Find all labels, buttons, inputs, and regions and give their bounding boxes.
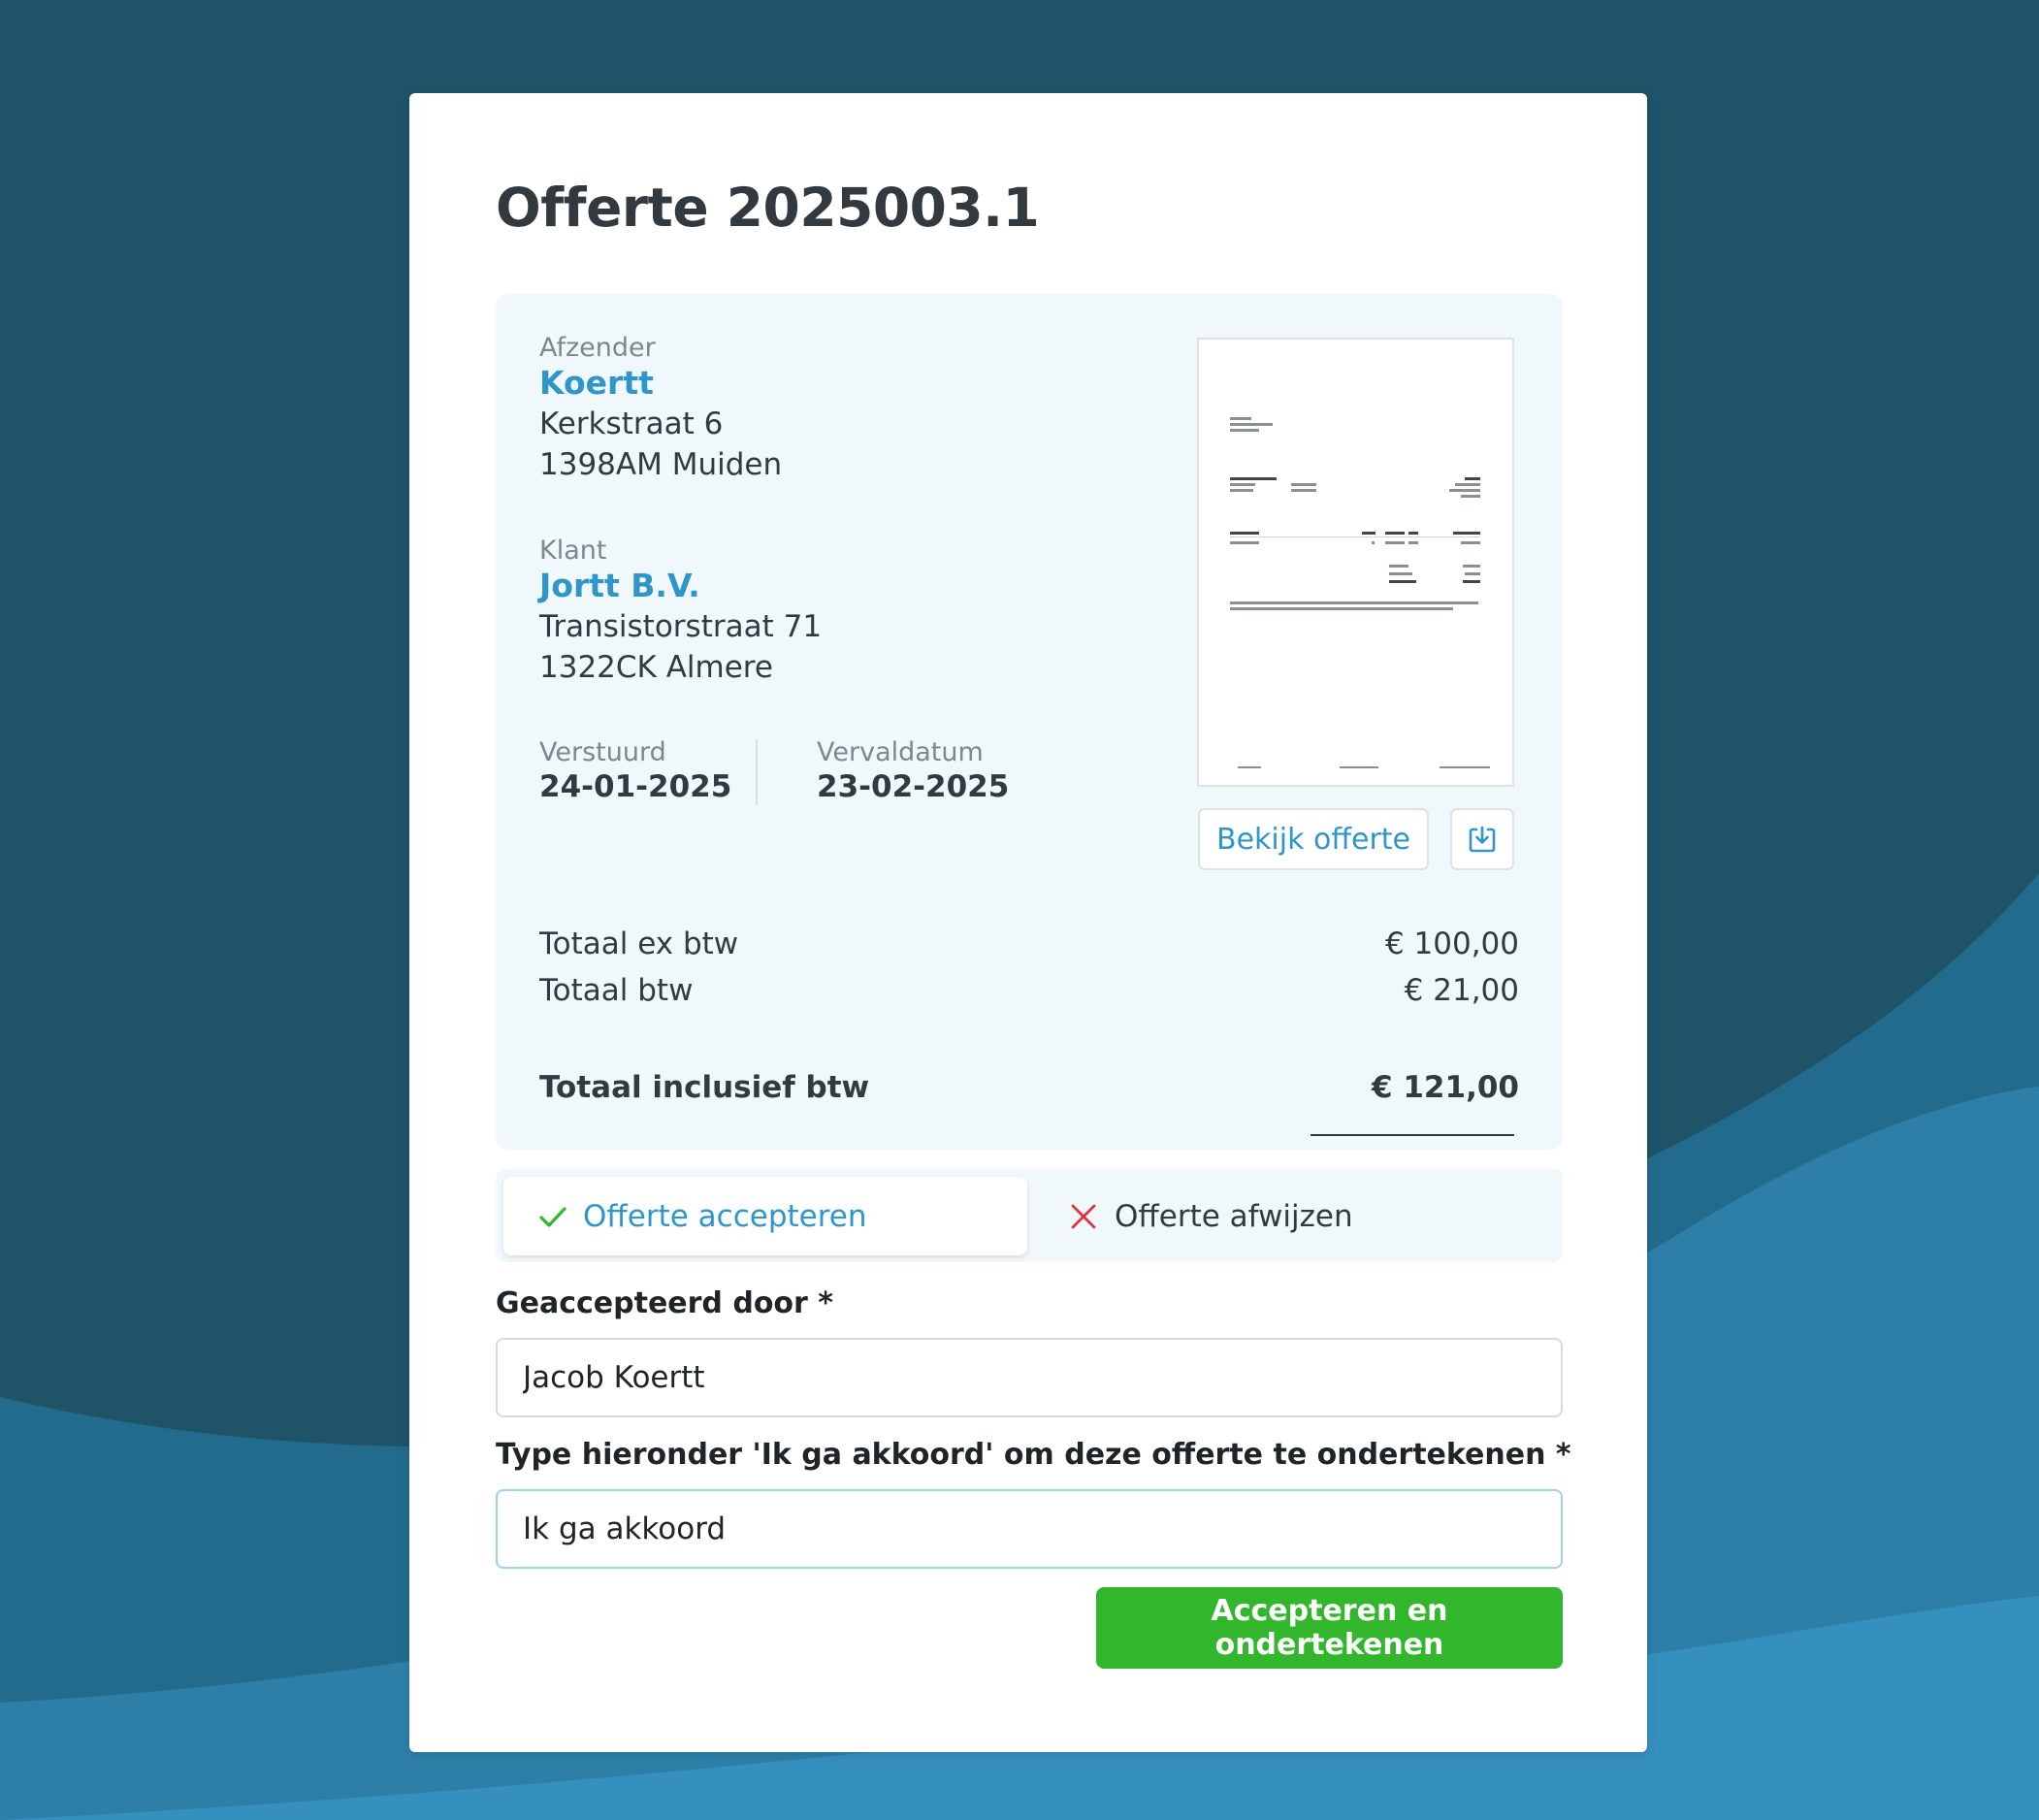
- view-quote-button[interactable]: Bekijk offerte: [1198, 808, 1429, 870]
- x-icon: [1071, 1204, 1096, 1228]
- due-date-value: 23-02-2025: [817, 769, 1010, 804]
- accept-reject-tabs: Offerte accepteren Offerte afwijzen: [496, 1169, 1563, 1262]
- client-name: Jortt B.V.: [539, 567, 700, 604]
- tab-accept-quote[interactable]: Offerte accepteren: [503, 1177, 1027, 1255]
- sender-address: Kerkstraat 6 1398AM Muiden: [539, 404, 782, 485]
- tab-reject-label: Offerte afwijzen: [1115, 1198, 1353, 1234]
- total-incl-vat-value: € 121,00: [1372, 1070, 1519, 1105]
- signature-label: Type hieronder 'Ik ga akkoord' om deze o…: [496, 1438, 1571, 1472]
- total-incl-vat-label: Totaal inclusief btw: [539, 1070, 870, 1105]
- check-icon: [539, 1206, 566, 1227]
- download-icon: [1469, 826, 1496, 853]
- accepted-by-label: Geaccepteerd door *: [496, 1286, 833, 1320]
- client-address-line2: 1322CK Almere: [539, 650, 773, 685]
- tab-accept-label: Offerte accepteren: [583, 1198, 867, 1234]
- accept-and-sign-button[interactable]: Accepteren en ondertekenen: [1096, 1587, 1563, 1669]
- sender-address-line2: 1398AM Muiden: [539, 447, 783, 482]
- total-ex-vat-value: € 100,00: [1384, 926, 1519, 961]
- download-quote-button[interactable]: [1450, 808, 1514, 870]
- sent-date-value: 24-01-2025: [539, 769, 732, 804]
- total-vat-value: € 21,00: [1404, 973, 1519, 1008]
- sender-label: Afzender: [539, 333, 656, 363]
- client-address: Transistorstraat 71 1322CK Almere: [539, 606, 822, 688]
- accepted-by-input[interactable]: [496, 1338, 1563, 1417]
- quote-card: Offerte 2025003.1 Afzender Koertt Kerkst…: [409, 93, 1647, 1752]
- totals-divider: [1311, 1134, 1514, 1136]
- total-ex-vat-label: Totaal ex btw: [539, 926, 739, 961]
- signature-input[interactable]: [496, 1489, 1563, 1569]
- quote-summary-panel: Afzender Koertt Kerkstraat 6 1398AM Muid…: [496, 294, 1563, 1150]
- quote-preview-thumbnail[interactable]: [1197, 338, 1514, 787]
- page-title: Offerte 2025003.1: [496, 177, 1040, 239]
- sender-name: Koertt: [539, 364, 654, 402]
- sent-date-label: Verstuurd: [539, 737, 666, 767]
- client-label: Klant: [539, 536, 607, 566]
- sender-address-line1: Kerkstraat 6: [539, 406, 724, 441]
- due-date-label: Vervaldatum: [817, 737, 984, 767]
- quote-preview-document: [1230, 417, 1490, 768]
- client-address-line1: Transistorstraat 71: [539, 609, 823, 644]
- tab-reject-quote[interactable]: Offerte afwijzen: [1035, 1177, 1555, 1255]
- total-vat-label: Totaal btw: [539, 973, 694, 1008]
- date-divider: [756, 739, 758, 805]
